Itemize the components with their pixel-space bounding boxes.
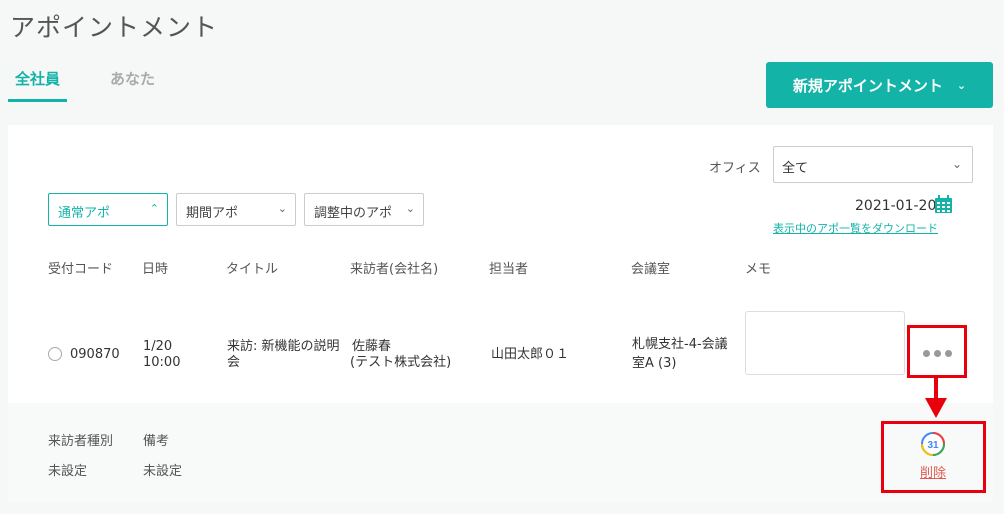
row-visitor-company: (テスト株式会社): [350, 355, 452, 370]
highlight-more-options: [907, 325, 967, 378]
chevron-down-icon: ⌄: [956, 78, 967, 92]
gcal-icon-label: 31: [927, 440, 939, 451]
memo-field[interactable]: [745, 311, 905, 375]
filter-pending-appointments[interactable]: 調整中のアポ ⌄: [304, 193, 424, 226]
filter-label: 調整中のアポ: [314, 206, 393, 221]
row-code: 090870: [70, 347, 120, 362]
annotation-arrow-line: [934, 378, 938, 400]
header-staff: 担当者: [489, 262, 529, 277]
appointment-detail-panel: [8, 403, 993, 502]
row-date: 1/20: [143, 339, 173, 354]
note-value: 未設定: [143, 464, 183, 479]
chevron-down-icon: ⌄: [405, 202, 415, 215]
filter-label: 期間アポ: [186, 206, 239, 221]
office-select[interactable]: 全て ⌄: [773, 146, 973, 183]
row-room-line2: 室A (3): [632, 356, 677, 371]
filter-regular-appointments[interactable]: 通常アポ ⌃: [48, 193, 168, 226]
office-select-value: 全て: [782, 161, 809, 176]
tab-bar: 全社員 あなた: [8, 66, 198, 102]
row-title-line1: 来訪: 新機能の説明: [227, 339, 340, 354]
row-title-line2: 会: [227, 355, 241, 370]
row-staff: 山田太郎０１: [491, 347, 570, 362]
office-label: オフィス: [709, 161, 761, 176]
note-label: 備考: [143, 434, 170, 449]
page-title: アポイントメント: [10, 13, 219, 42]
new-appointment-button[interactable]: 新規アポイントメント ⌄: [766, 62, 993, 108]
visitor-type-value: 未設定: [48, 464, 88, 479]
filter-period-appointments[interactable]: 期間アポ ⌄: [176, 193, 296, 226]
new-appointment-label: 新規アポイントメント: [792, 76, 943, 95]
download-list-link[interactable]: 表示中のアポ一覧をダウンロード: [773, 220, 938, 236]
delete-link[interactable]: 削除: [920, 462, 946, 481]
header-title: タイトル: [226, 262, 279, 277]
google-calendar-icon[interactable]: 31: [921, 432, 945, 456]
chevron-up-icon: ⌃: [149, 202, 159, 215]
row-time: 10:00: [143, 355, 181, 370]
header-memo: メモ: [745, 262, 772, 277]
header-reception-code: 受付コード: [48, 262, 114, 277]
chevron-down-icon: ⌄: [277, 202, 287, 215]
annotation-arrow-head: [925, 398, 947, 418]
row-visitor-name: 佐藤春: [352, 339, 392, 354]
filter-label: 通常アポ: [58, 206, 111, 221]
header-datetime: 日時: [142, 262, 169, 277]
tab-all-employees[interactable]: 全社員: [8, 66, 68, 102]
calendar-icon[interactable]: [934, 195, 953, 214]
current-date: 2021-01-20: [855, 198, 937, 214]
row-room-line1: 札幌支社-4-会議: [632, 337, 728, 352]
tab-you[interactable]: あなた: [103, 66, 162, 102]
row-radio-button[interactable]: [48, 347, 62, 361]
header-room: 会議室: [631, 262, 671, 277]
chevron-down-icon: ⌄: [951, 157, 962, 171]
header-visitor: 来訪者(会社名): [350, 262, 439, 277]
visitor-type-label: 来訪者種別: [48, 434, 114, 449]
